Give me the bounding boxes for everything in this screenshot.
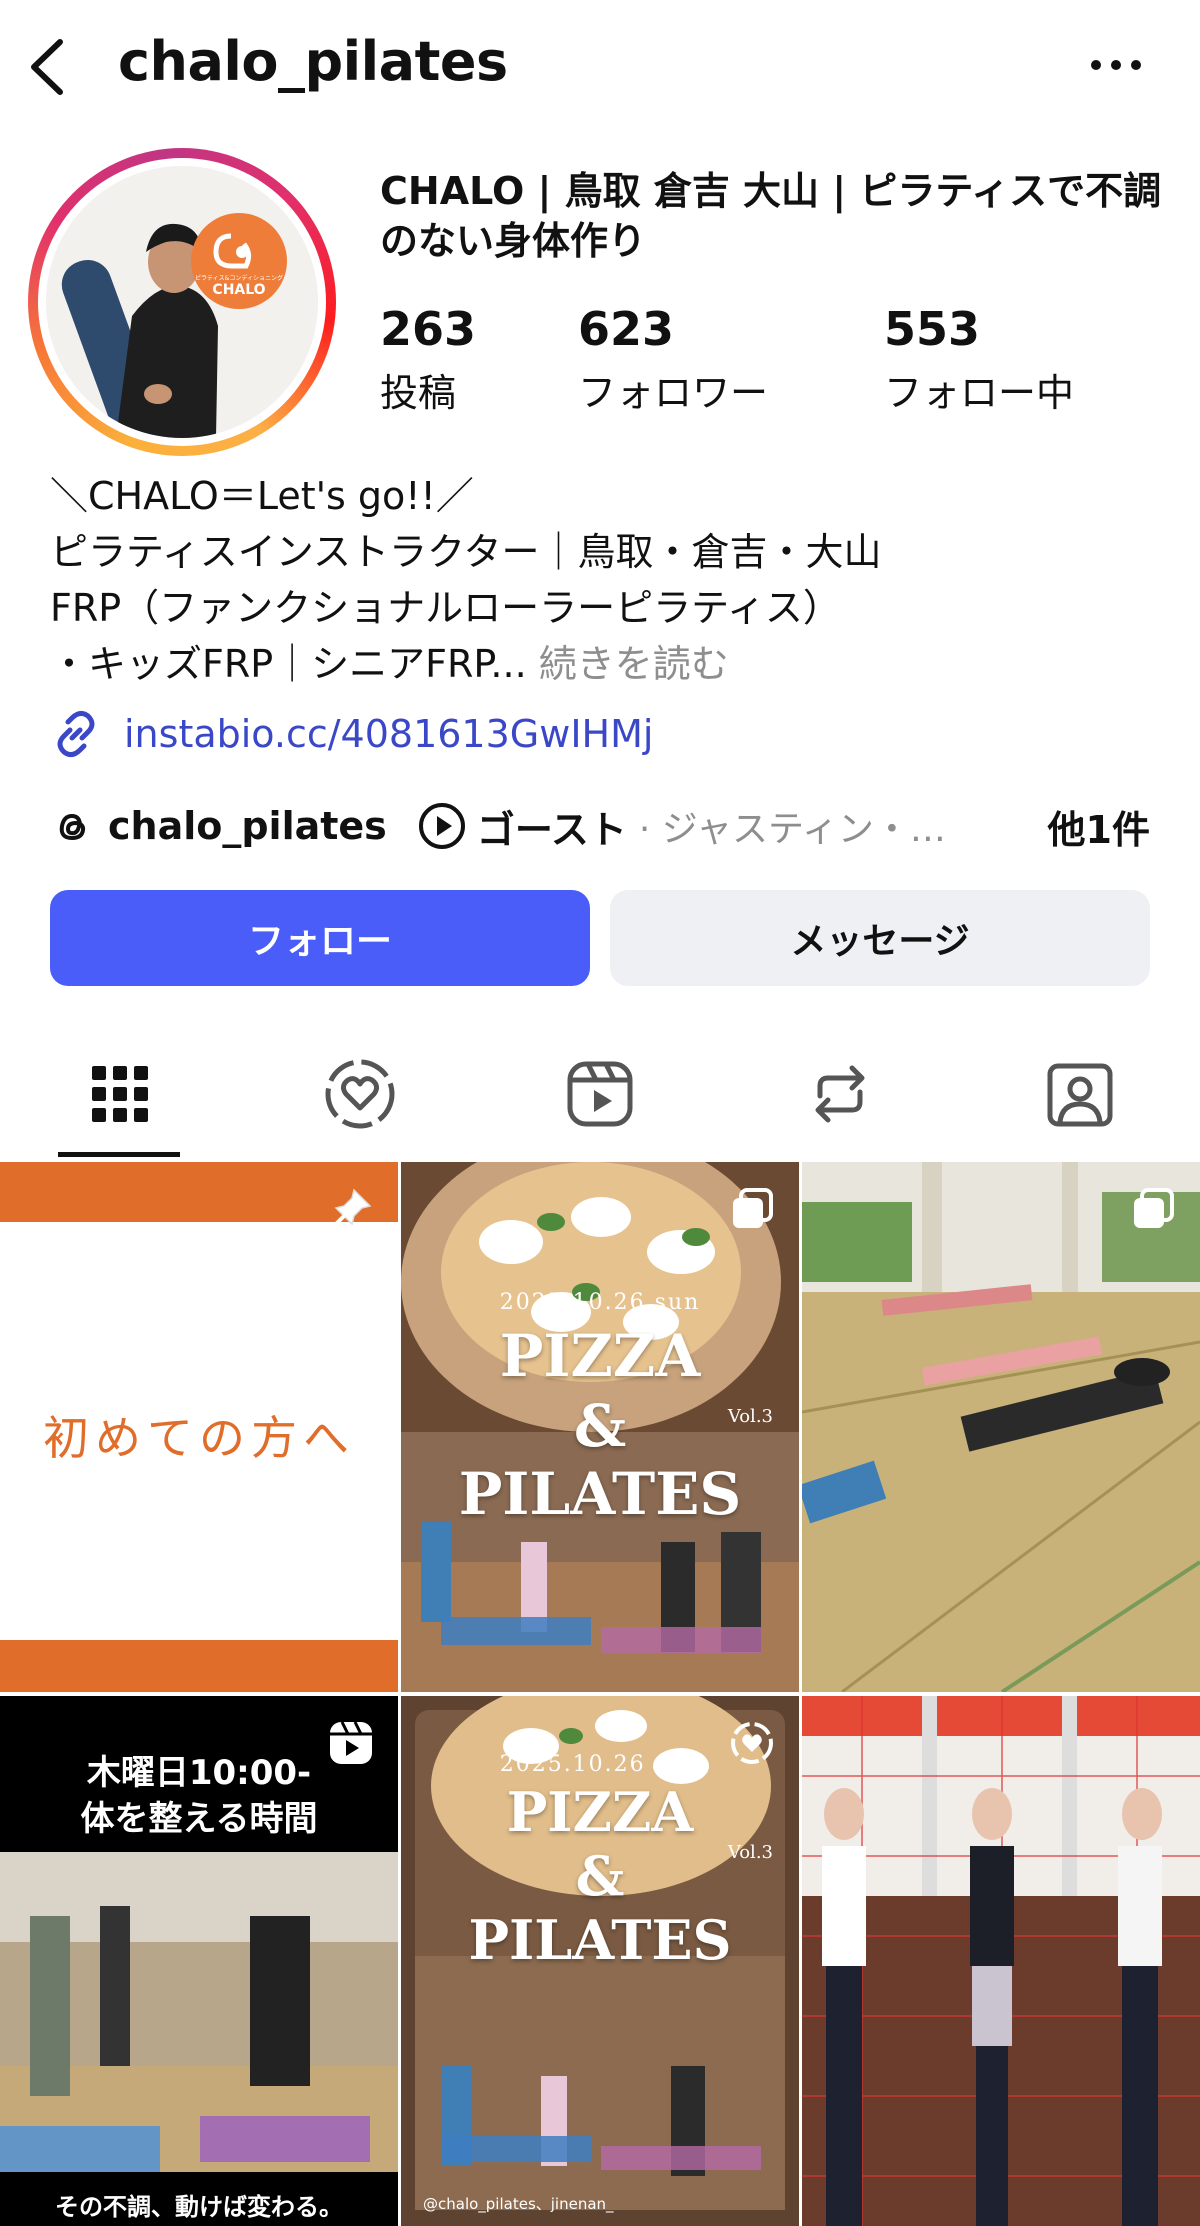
following-label[interactable]: フォロー中 <box>884 362 1074 417</box>
bio-line-last: ・キッズFRP｜シニアFRP... 続きを読む <box>50 636 1170 692</box>
bio-line: ・キッズFRP｜シニアFRP... <box>50 642 527 686</box>
carousel-icon <box>1134 1188 1174 1228</box>
avatar[interactable]: ピラティス&コンディショニング CHALO <box>46 166 318 438</box>
post-tile[interactable]: 2025.10.26 sun PIZZA & PILATES Vol.3 <box>401 1162 799 1692</box>
avatar-person-illustration: ピラティス&コンディショニング CHALO <box>46 166 318 438</box>
pin-icon <box>330 1188 372 1230</box>
music-play-icon[interactable] <box>417 801 467 851</box>
grid-icon[interactable] <box>82 1056 158 1132</box>
profile-username: chalo_pilates <box>118 30 508 93</box>
post-footer-text: その不調、動けば変わる。 <box>55 2193 343 2221</box>
link-icon <box>57 710 95 758</box>
profile-full-name: CHALO | 鳥取 倉吉 大山 | ピラティスで不調のない身体作り <box>380 169 1162 263</box>
posts-count[interactable]: 263 <box>380 302 476 356</box>
avatar-logo-subtext: ピラティス&コンディショニング <box>195 274 283 282</box>
post-title-line: PILATES <box>458 1460 742 1528</box>
repost-icon[interactable] <box>802 1056 878 1132</box>
post-tile[interactable]: 初めての方へ <box>0 1162 398 1692</box>
collab-heart-icon[interactable] <box>322 1056 398 1132</box>
post-title-line: PIZZA <box>506 1780 694 1844</box>
profile-bio: ＼CHALO＝Let's go!!／ ピラティスインストラクター｜鳥取・倉吉・大… <box>50 468 1170 692</box>
follow-button[interactable]: フォロー <box>50 890 590 986</box>
tagged-icon[interactable] <box>1042 1056 1118 1132</box>
following-count[interactable]: 553 <box>884 302 980 356</box>
more-links-count[interactable]: 他1件 <box>1048 799 1150 854</box>
followers-count[interactable]: 623 <box>578 302 674 356</box>
post-tile[interactable]: 2025.10.26 sun PIZZA & PILATES Vol.3 @ch… <box>401 1696 799 2226</box>
bio-line: ＼CHALO＝Let's go!!／ <box>50 474 474 518</box>
post-title-line: PIZZA <box>499 1322 701 1390</box>
threads-icon[interactable] <box>50 804 94 848</box>
more-options-icon[interactable] <box>1086 50 1146 80</box>
bio-line: ピラティスインストラクター｜鳥取・倉吉・大山 <box>50 530 882 574</box>
message-button[interactable]: メッセージ <box>610 890 1150 986</box>
bio-link[interactable]: instabio.cc/4081613GwIHMj <box>50 706 653 762</box>
post-background-image <box>802 1162 1200 1692</box>
post-tile[interactable]: 木曜日10:00- 体を整える時間 その不調、動けば変わる。 <box>0 1696 398 2226</box>
profile-meta-row: chalo_pilates ゴースト · ジャスティン・… 他1件 <box>50 798 1150 854</box>
music-artist[interactable]: · ジャスティン・… <box>639 800 946 852</box>
collab-icon <box>731 1722 773 1764</box>
bio-line: FRP（ファンクショナルローラーピラティス） <box>50 586 841 630</box>
reels-icon <box>330 1721 372 1764</box>
followers-label[interactable]: フォロワー <box>578 362 768 417</box>
post-caption: @chalo_pilates、jinenan_ <box>423 2195 614 2213</box>
avatar-logo-text: CHALO <box>212 282 265 298</box>
reels-icon[interactable] <box>562 1056 638 1132</box>
post-volume: Vol.3 <box>727 1406 773 1427</box>
post-title: 初めての方へ <box>43 1411 355 1465</box>
post-date: 2025.10.26 sun <box>499 1290 701 1315</box>
post-title-line: PILATES <box>468 1908 732 1972</box>
post-background-image <box>802 1696 1200 2226</box>
read-more-link[interactable]: 続きを読む <box>539 642 729 686</box>
music-title[interactable]: ゴースト <box>477 799 627 854</box>
post-tile[interactable] <box>802 1696 1200 2226</box>
post-tile[interactable] <box>802 1162 1200 1692</box>
post-volume: Vol.3 <box>727 1842 773 1863</box>
active-tab-indicator <box>58 1152 180 1157</box>
link-text[interactable]: instabio.cc/4081613GwIHMj <box>124 712 653 756</box>
posts-label[interactable]: 投稿 <box>380 362 456 417</box>
threads-handle[interactable]: chalo_pilates <box>108 804 387 848</box>
back-arrow-icon[interactable] <box>22 34 72 100</box>
carousel-icon <box>733 1188 773 1228</box>
post-headline-line: 体を整える時間 <box>80 1799 318 1839</box>
